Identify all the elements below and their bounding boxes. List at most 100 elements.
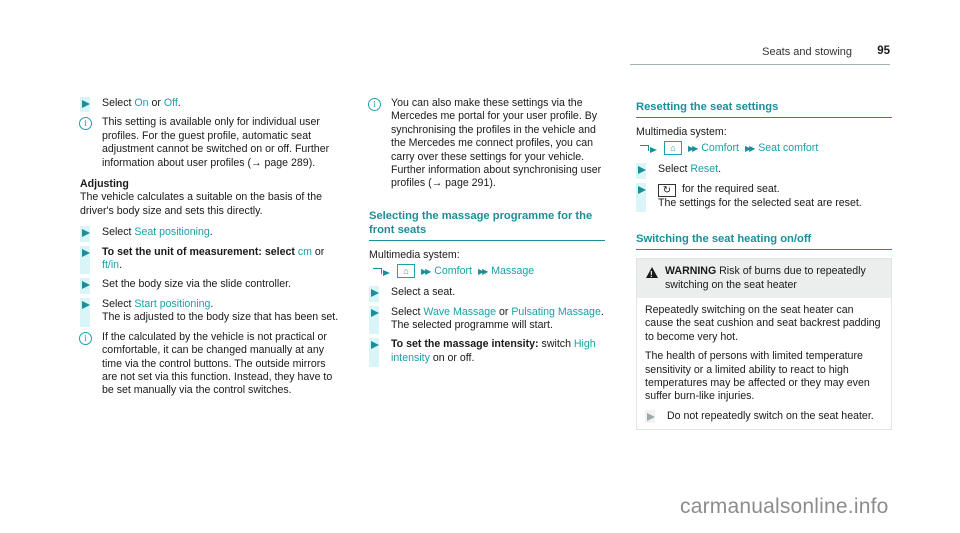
- menu-path: ⌂ ▶▶ Comfort ▶▶ Massage: [369, 264, 605, 279]
- step-text: Select: [102, 297, 135, 310]
- step-text: or: [148, 97, 164, 109]
- double-chevron-icon: ▶▶: [421, 266, 431, 276]
- seat-positioning-link[interactable]: Seat positioning: [134, 226, 209, 238]
- warning-paragraph: Repeatedly switching on the seat heater …: [645, 304, 881, 343]
- step-result: The settings for the selected seat are r…: [658, 196, 862, 209]
- step-arrow-icon: [82, 229, 90, 238]
- path-arrow-icon: [373, 266, 391, 277]
- warning-header: WARNING Risk of burns due to repeatedly …: [637, 259, 891, 299]
- page-number: 95: [877, 45, 890, 57]
- option-ftin[interactable]: ft/in: [102, 259, 119, 271]
- heating-section-title: Switching the seat heating on/off: [636, 232, 892, 251]
- path-seat-comfort[interactable]: Seat comfort: [758, 142, 818, 154]
- step-arrow-icon: [638, 185, 646, 194]
- adjusting-heading: Adjusting: [80, 178, 129, 191]
- step-result: The selected programme will start.: [391, 319, 553, 332]
- adjusting-text: The vehicle calculates a suitable on the…: [80, 191, 323, 217]
- step-start-positioning: Select Start positioning. The is adjuste…: [80, 297, 342, 327]
- step-text: .: [209, 226, 213, 239]
- double-chevron-icon: ▶▶: [688, 143, 698, 153]
- warning-paragraph: The health of persons with limited tempe…: [645, 350, 870, 403]
- path-comfort[interactable]: Comfort: [701, 142, 739, 154]
- info-icon: i: [79, 331, 92, 345]
- path-comfort[interactable]: Comfort: [434, 265, 472, 277]
- step-text: or: [311, 245, 325, 258]
- wave-massage-link[interactable]: Wave Massage: [423, 306, 496, 318]
- step-text: .: [210, 297, 214, 310]
- step-arrow-icon: [371, 341, 379, 350]
- step-arrow-icon: [371, 308, 379, 317]
- warning-box: WARNING Risk of burns due to repeatedly …: [636, 258, 892, 431]
- step-arrow-icon: [638, 166, 646, 175]
- info-icon: i: [79, 117, 92, 131]
- info-note: i This setting is available only for ind…: [79, 116, 342, 170]
- step-select-programme: Select Wave Massage or Pulsating Massage…: [369, 305, 605, 335]
- multimedia-label: Multimedia system:: [636, 126, 727, 138]
- step-arrow-icon: [82, 100, 90, 108]
- warning-triangle-icon: [646, 267, 658, 282]
- home-icon[interactable]: ⌂: [664, 141, 682, 156]
- step-text: .: [718, 163, 722, 176]
- step-arrow-icon: [647, 412, 655, 421]
- step-arrow-icon: [82, 300, 90, 309]
- reset-link[interactable]: Reset: [690, 163, 718, 175]
- step-reset-button: ↻ for the required seat. The settings fo…: [636, 182, 892, 213]
- column-1: Select On or Off. i This setting is avai…: [79, 97, 342, 406]
- step-unit: To set the unit of measurement: select c…: [80, 245, 342, 275]
- step-result: The is adjusted to the body size that ha…: [102, 311, 339, 324]
- step-text: Select: [102, 97, 135, 109]
- warning-step: Do not repeatedly switch on the seat hea…: [645, 409, 883, 424]
- pulsating-massage-link[interactable]: Pulsating Massage: [511, 306, 601, 318]
- column-2: i You can also make these settings via t…: [368, 97, 605, 371]
- step-text: To set the unit of measurement: select: [102, 245, 298, 258]
- page-header: Seats and stowing 95: [630, 40, 890, 65]
- step-arrow-icon: [82, 281, 90, 290]
- path-arrow-icon: [640, 143, 658, 154]
- info-icon: i: [368, 98, 381, 111]
- info-note: i If the calculated by the vehicle is no…: [79, 330, 342, 398]
- step-text: Do not repeatedly switch on the seat hea…: [667, 409, 874, 422]
- double-chevron-icon: ▶▶: [744, 143, 755, 153]
- step-select-seat: Select a seat.: [369, 286, 605, 302]
- step-text: or: [496, 305, 512, 318]
- watermark: carmanualsonline.info: [680, 495, 889, 518]
- option-on[interactable]: On: [134, 97, 148, 109]
- path-massage[interactable]: Massage: [491, 265, 534, 277]
- step-text: .: [119, 259, 123, 272]
- step-text: Select: [658, 163, 691, 176]
- step-select-on-off: Select On or Off.: [80, 97, 342, 113]
- step-text: switch: [538, 338, 574, 351]
- step-slider: Set the body size via the slide controll…: [80, 278, 342, 294]
- step-text: .: [600, 305, 604, 318]
- step-text: Select a seat.: [391, 286, 456, 299]
- info-text: If the calculated by the vehicle is not …: [102, 330, 333, 397]
- start-positioning-link[interactable]: Start positioning: [134, 298, 210, 310]
- step-text: .: [177, 97, 181, 109]
- massage-section-title: Selecting the massage programme for the …: [369, 209, 605, 241]
- option-off[interactable]: Off: [164, 97, 178, 109]
- warning-body: Repeatedly switching on the seat heater …: [637, 298, 891, 429]
- step-intensity: To set the massage intensity: switch Hig…: [369, 338, 605, 368]
- step-text: Set the body size via the slide controll…: [102, 278, 292, 291]
- step-text: Select: [102, 226, 135, 239]
- section-title: Seats and stowing: [762, 46, 852, 58]
- reset-rotate-icon[interactable]: ↻: [658, 183, 676, 197]
- step-arrow-icon: [371, 289, 379, 298]
- step-select-reset: Select Reset.: [636, 163, 892, 179]
- step-arrow-icon: [82, 248, 90, 257]
- step-text: Select: [391, 305, 424, 318]
- info-text: This setting is available only for indiv…: [102, 116, 330, 169]
- menu-path: ⌂ ▶▶ Comfort ▶▶ Seat comfort: [636, 141, 892, 156]
- info-note: i You can also make these settings via t…: [368, 97, 605, 191]
- option-cm[interactable]: cm: [298, 246, 312, 258]
- step-text: To set the massage intensity:: [391, 338, 539, 351]
- warning-label: WARNING: [665, 265, 717, 278]
- column-3: Resetting the seat settings Multimedia s…: [636, 100, 892, 431]
- reset-section-title: Resetting the seat settings: [636, 100, 892, 118]
- home-icon[interactable]: ⌂: [397, 264, 415, 279]
- step-text: on or off.: [429, 351, 475, 364]
- info-text: You can also make these settings via the…: [391, 97, 602, 190]
- step-text: for the required seat.: [679, 182, 780, 195]
- step-seat-positioning: Select Seat positioning.: [80, 226, 342, 242]
- multimedia-label: Multimedia system:: [369, 248, 460, 261]
